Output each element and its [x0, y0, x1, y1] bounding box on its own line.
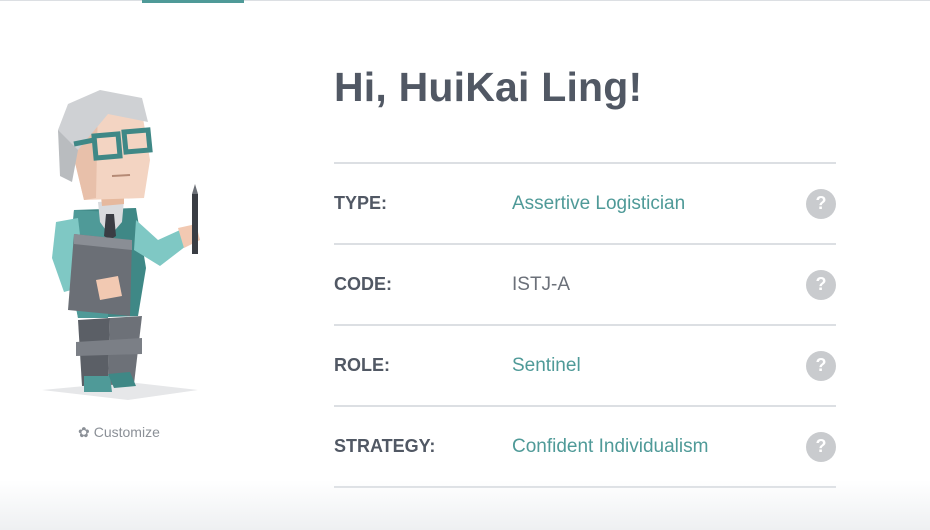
profile-row-role: ROLE: Sentinel ? — [334, 324, 836, 405]
customize-button[interactable]: ✿ Customize — [78, 422, 160, 442]
help-icon[interactable]: ? — [806, 350, 836, 381]
profile-row-code: CODE: ISTJ-A ? — [334, 243, 836, 324]
avatar — [42, 90, 200, 400]
strategy-value-link[interactable]: Confident Individualism — [512, 436, 708, 458]
page-title: Hi, HuiKai Ling! — [334, 64, 643, 110]
help-icon[interactable]: ? — [806, 188, 836, 219]
code-value: ISTJ-A — [512, 273, 571, 295]
customize-label: Customize — [93, 424, 160, 440]
top-border — [0, 0, 930, 1]
profile-row-strategy: STRATEGY: Confident Individualism ? — [334, 405, 836, 488]
type-label: TYPE: — [334, 193, 388, 213]
type-value-link[interactable]: Assertive Logistician — [512, 193, 685, 215]
code-label: CODE: — [334, 274, 392, 294]
role-value-link[interactable]: Sentinel — [512, 355, 581, 377]
role-label: ROLE: — [334, 355, 390, 375]
active-tab-indicator — [142, 0, 244, 3]
profile-summary: TYPE: Assertive Logistician ? CODE: ISTJ… — [334, 162, 836, 488]
profile-row-type: TYPE: Assertive Logistician ? — [334, 162, 836, 243]
help-icon[interactable]: ? — [806, 269, 836, 300]
strategy-label: STRATEGY: — [334, 436, 436, 456]
gear-icon: ✿ — [78, 424, 90, 440]
help-icon[interactable]: ? — [806, 431, 836, 462]
bottom-fade — [0, 480, 930, 530]
